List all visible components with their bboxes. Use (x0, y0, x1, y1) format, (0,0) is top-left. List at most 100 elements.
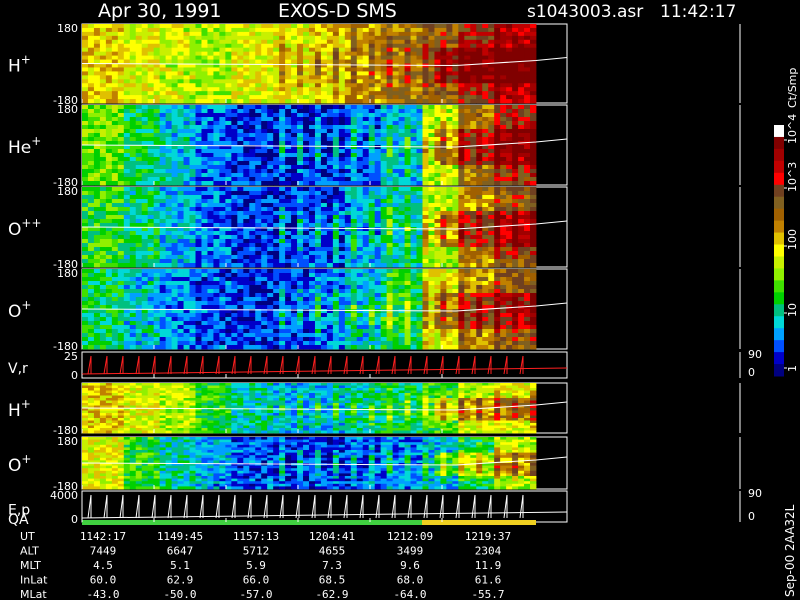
spectro-cell (135, 293, 143, 298)
spectro-cell (171, 47, 178, 53)
spectro-cell (141, 169, 149, 174)
spectro-cell (267, 75, 274, 80)
spectro-cell (506, 187, 513, 192)
spectro-cell (530, 177, 537, 182)
spectro-cell (320, 157, 328, 162)
spectro-cell (422, 195, 429, 200)
spectro-cell (105, 75, 113, 80)
spectro-cell (87, 95, 95, 100)
spectro-cell (332, 195, 340, 200)
spectro-cell (99, 153, 107, 158)
spectro-cell (362, 259, 370, 264)
spectro-cell (446, 177, 453, 182)
spectro-cell (344, 67, 352, 72)
spectro-cell (171, 99, 178, 104)
spectro-cell (201, 247, 208, 252)
spectro-cell (111, 95, 119, 100)
spectro-cell (326, 141, 334, 146)
spectro-cell (297, 173, 304, 178)
spectro-cell (416, 31, 423, 37)
spectro-cell (147, 35, 155, 41)
spectro-cell (225, 27, 232, 33)
spectro-cell (320, 67, 328, 72)
spectro-cell (267, 27, 274, 33)
spectro-cell (249, 75, 256, 80)
spectro-cell (332, 187, 340, 192)
spectro-cell (434, 51, 441, 56)
spectro-cell (350, 99, 358, 104)
spectro-cell (82, 153, 89, 158)
spectro-cell (422, 243, 429, 248)
spectro-cell (123, 191, 131, 196)
spectro-cell (82, 63, 89, 68)
spectro-cell (123, 195, 131, 200)
spectro-cell (237, 169, 244, 174)
spectro-cell (195, 31, 202, 37)
spectro-cell (428, 121, 435, 126)
spectro-cell (183, 67, 190, 72)
spectro-cell (105, 79, 113, 84)
spectro-cell (494, 187, 501, 192)
spectro-cell (183, 211, 190, 216)
spectro-cell (129, 215, 137, 220)
spectro-cell (458, 199, 465, 204)
spectro-cell (326, 83, 334, 88)
spectro-cell (171, 71, 178, 76)
spectro-cell (213, 129, 220, 134)
spectro-cell (255, 255, 262, 260)
spectro-cell (105, 55, 113, 60)
spectro-cell (416, 133, 423, 138)
spectro-cell (404, 219, 411, 224)
spectro-cell (82, 199, 89, 204)
spectro-cell (309, 181, 316, 186)
spectro-cell (506, 55, 513, 60)
spectro-cell (291, 43, 298, 49)
spectro-cell (99, 91, 107, 96)
spectro-cell (243, 67, 250, 72)
spectro-cell (249, 95, 256, 100)
spectro-cell (255, 91, 262, 96)
spectro-cell (404, 187, 411, 192)
spectro-cell (123, 325, 131, 330)
spectro-cell (500, 47, 507, 53)
spectro-cell (135, 269, 143, 274)
spectro-cell (428, 219, 435, 224)
spectro-cell (350, 67, 358, 72)
spectro-cell (422, 27, 429, 33)
spectro-cell (171, 285, 178, 290)
spectro-cell (237, 47, 244, 53)
spectro-cell (237, 87, 244, 92)
spectro-cell (165, 341, 172, 346)
spectro-cell (213, 239, 220, 244)
spectro-cell (428, 39, 435, 45)
spectro-cell (111, 109, 119, 114)
spectro-cell (285, 79, 292, 84)
spectro-cell (350, 203, 358, 208)
spectro-cell (213, 87, 220, 92)
spectro-cell (147, 341, 155, 346)
spectro-cell (225, 31, 232, 37)
spectro-cell (309, 243, 316, 248)
spectro-cell (93, 169, 101, 174)
spectro-cell (524, 153, 531, 158)
spectro-cell (368, 177, 376, 182)
spectro-cell (482, 55, 489, 60)
spectro-cell (392, 235, 399, 240)
spectro-cell (195, 149, 202, 154)
spectro-cell (482, 169, 489, 174)
spectro-cell (476, 59, 483, 64)
spectro-cell (285, 117, 292, 122)
spectro-cell (207, 203, 214, 208)
spectro-cell (524, 219, 531, 224)
spectro-cell (117, 269, 125, 274)
spectro-cell (165, 133, 172, 138)
spectro-cell (356, 227, 364, 232)
spectro-cell (105, 207, 113, 212)
spectro-cell (314, 59, 322, 64)
spectro-cell (195, 133, 202, 138)
spectro-cell (159, 301, 167, 306)
spectro-cell (189, 293, 196, 298)
spectro-cell (171, 125, 178, 130)
spectro-cell (506, 75, 513, 80)
spectro-cell (243, 181, 250, 186)
